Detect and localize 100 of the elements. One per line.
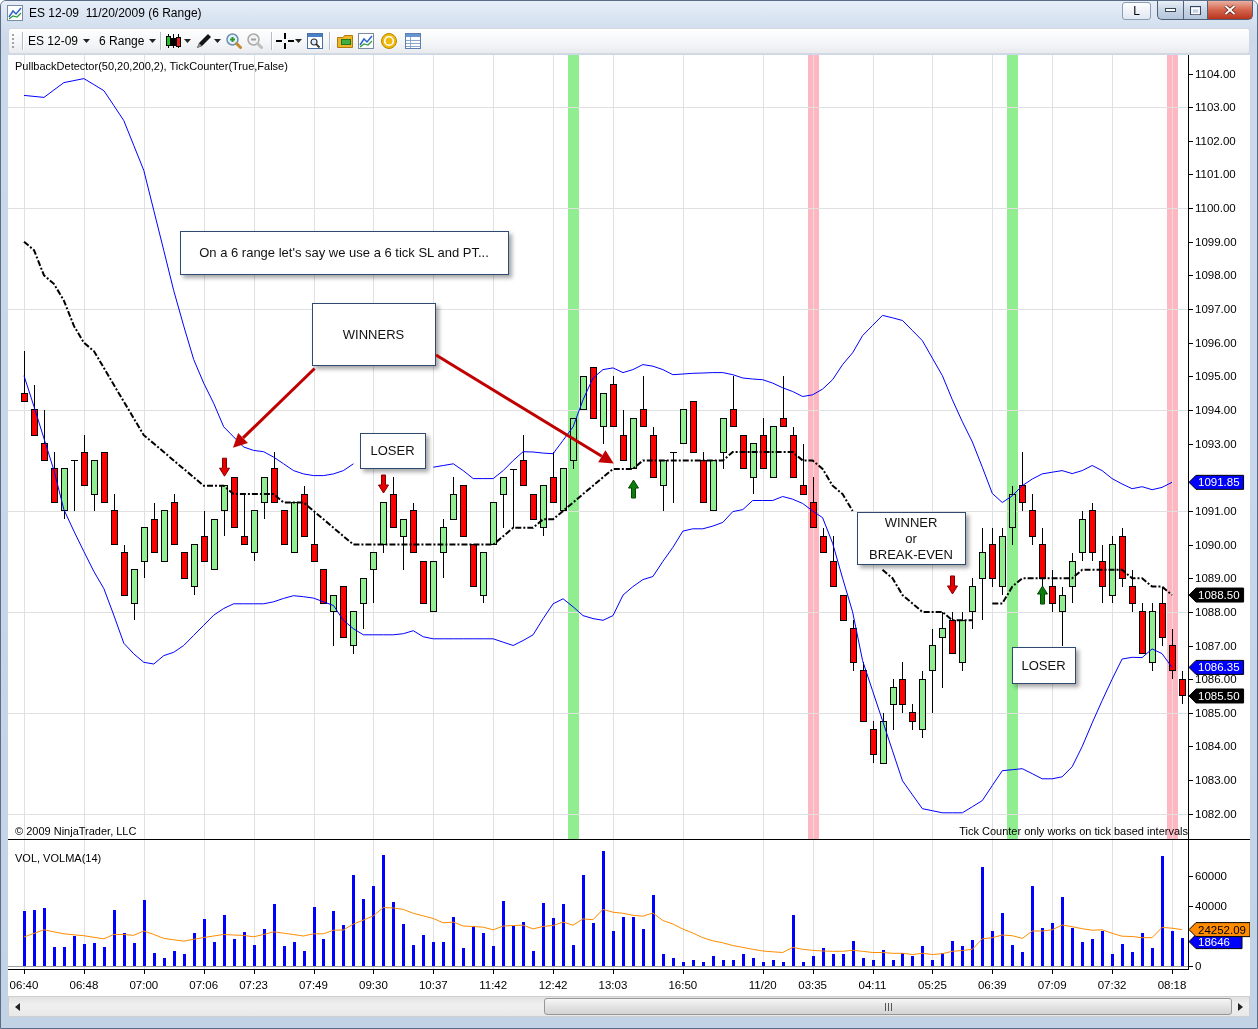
bar bbox=[183, 954, 186, 966]
bar bbox=[842, 954, 845, 966]
time-label: 07:06 bbox=[189, 979, 219, 991]
coin-icon[interactable] bbox=[381, 33, 398, 49]
axis-label: 0 bbox=[1195, 960, 1202, 972]
price-tag: 24252.09 bbox=[1188, 922, 1250, 938]
caret-icon[interactable] bbox=[149, 39, 157, 43]
crosshair-icon[interactable] bbox=[276, 33, 295, 49]
annotation: LOSER bbox=[1021, 657, 1066, 673]
bar bbox=[203, 918, 206, 966]
bar bbox=[722, 960, 725, 966]
left-arrow-icon[interactable] bbox=[15, 1002, 20, 1011]
table-icon[interactable] bbox=[405, 33, 422, 49]
bar bbox=[1071, 927, 1074, 966]
bar bbox=[1081, 942, 1084, 966]
caret-icon[interactable] bbox=[83, 39, 91, 43]
notice-text: Tick Counter only works on tick based intervals bbox=[959, 825, 1188, 837]
bar bbox=[53, 946, 56, 966]
time-label: 07:23 bbox=[239, 979, 268, 991]
bar bbox=[442, 942, 445, 966]
bar bbox=[103, 946, 106, 966]
axis-label: 1086.00 bbox=[1195, 673, 1237, 686]
scrollbar-thumb[interactable] bbox=[544, 998, 1232, 1015]
bar bbox=[752, 957, 755, 966]
candlestick-icon[interactable] bbox=[166, 33, 183, 49]
bar bbox=[981, 867, 984, 966]
bar bbox=[1021, 951, 1024, 966]
instrument-dropdown[interactable]: ES 12-09 bbox=[28, 34, 91, 48]
close-button[interactable] bbox=[1208, 1, 1253, 20]
axis-label: 1083.00 bbox=[1195, 774, 1237, 787]
time-label: 06:39 bbox=[977, 979, 1007, 991]
bar bbox=[283, 945, 286, 966]
time-label: 03:35 bbox=[798, 979, 828, 991]
pen-icon[interactable] bbox=[196, 33, 213, 49]
bar bbox=[862, 958, 865, 966]
axis-label: 1088.00 bbox=[1195, 605, 1237, 618]
bar bbox=[352, 874, 355, 966]
bar bbox=[682, 962, 685, 966]
window-title: ES 12-09 11/20/2009 (6 Range) bbox=[29, 6, 202, 20]
folder-icon[interactable] bbox=[337, 33, 354, 49]
bar bbox=[1001, 913, 1004, 966]
bar bbox=[732, 959, 735, 966]
bar bbox=[422, 935, 425, 966]
grip-icon bbox=[884, 1002, 892, 1011]
bar bbox=[742, 954, 745, 966]
bar bbox=[462, 947, 465, 966]
horizontal-scrollbar[interactable] bbox=[8, 996, 1250, 1017]
callout-note: LOSER bbox=[360, 433, 426, 469]
bar bbox=[592, 922, 595, 966]
bar bbox=[1041, 927, 1044, 966]
interval-dropdown[interactable]: 6 Range bbox=[99, 34, 157, 48]
indicator-label: PullbackDetector(50,20,200,2), TickCounter(True,False) bbox=[15, 60, 288, 72]
window-magnifier-icon[interactable] bbox=[307, 33, 324, 49]
bar bbox=[243, 932, 246, 966]
bar bbox=[43, 908, 46, 966]
bar bbox=[951, 941, 954, 966]
time-label: 06:48 bbox=[69, 979, 99, 991]
axis-label: 1104.00 bbox=[1195, 67, 1236, 80]
bar bbox=[1161, 855, 1164, 966]
bar bbox=[772, 959, 775, 966]
bar bbox=[652, 895, 655, 966]
axis-label: 1093.00 bbox=[1195, 437, 1237, 450]
bar bbox=[432, 942, 435, 966]
bar bbox=[542, 902, 545, 966]
bar bbox=[642, 928, 645, 966]
chart-icon[interactable] bbox=[358, 33, 375, 49]
caption-button[interactable]: L bbox=[1122, 2, 1151, 20]
bar bbox=[612, 931, 615, 966]
indicator-label: VOL, VOLMA(14) bbox=[15, 852, 102, 864]
time-label: 06:40 bbox=[9, 979, 39, 991]
time-label: 10:37 bbox=[418, 979, 448, 991]
bar bbox=[133, 942, 136, 966]
axis-label: 60000 bbox=[1195, 870, 1227, 882]
time-label: 11/20 bbox=[748, 979, 777, 991]
axis-label: 1085.00 bbox=[1195, 706, 1237, 719]
bar bbox=[812, 955, 815, 966]
axis-label: 1095.00 bbox=[1195, 370, 1237, 383]
minimize-button[interactable] bbox=[1157, 1, 1183, 20]
bar bbox=[632, 917, 635, 966]
grip-icon[interactable] bbox=[12, 33, 15, 49]
axis-label: 1103.00 bbox=[1195, 101, 1236, 114]
price-tag: 1088.50 bbox=[1188, 587, 1245, 603]
bar bbox=[901, 953, 904, 966]
bar bbox=[293, 942, 296, 966]
bar bbox=[562, 904, 565, 966]
caret-icon[interactable] bbox=[184, 39, 192, 43]
bar bbox=[452, 916, 455, 966]
right-arrow-icon[interactable] bbox=[1238, 1002, 1243, 1011]
maximize-button[interactable] bbox=[1183, 1, 1208, 20]
bar bbox=[991, 930, 994, 966]
caret-icon[interactable] bbox=[214, 39, 222, 43]
time-label: 12:42 bbox=[538, 979, 568, 991]
bar bbox=[672, 958, 675, 966]
axis-label: 1100.00 bbox=[1195, 202, 1236, 215]
bar bbox=[163, 958, 166, 966]
bar bbox=[402, 924, 405, 966]
bar bbox=[153, 952, 156, 966]
chart-icon bbox=[7, 5, 23, 21]
caret-icon[interactable] bbox=[295, 39, 303, 43]
bar bbox=[1111, 953, 1114, 966]
